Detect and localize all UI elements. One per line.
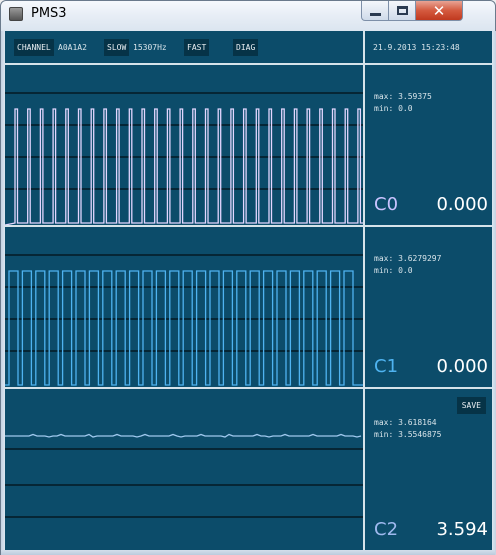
channel-selection: A0A1A2 [58,43,87,52]
max-value: max: 3.59375 [374,92,432,101]
window-title: PMS3 [31,6,67,21]
channel-value: 0.000 [436,356,488,377]
min-value: min: 3.5546875 [374,430,442,439]
channel-value: 3.594 [436,519,488,540]
min-value: min: 0.0 [374,104,413,113]
trace-c1 [5,270,363,386]
fast-button[interactable]: FAST [184,39,210,56]
sample-rate: 15307Hz [133,43,167,52]
minimize-icon [369,13,381,16]
channel-name: C0 [374,194,399,215]
datetime-display: 21.9.2013 15:23:48 [373,43,460,52]
maximize-icon [396,6,408,15]
min-value: min: 0.0 [374,266,413,275]
save-button[interactable]: SAVE [456,397,486,414]
channel-name: C2 [374,519,399,540]
slow-button[interactable]: SLOW [104,39,130,56]
channel-panel-c0: max: 3.59375 min: 0.0 C0 0.000 [365,65,492,225]
max-value: max: 3.6279297 [374,254,442,263]
waveform-c0 [5,92,363,225]
channel-panel-c2: SAVE max: 3.618164 min: 3.5546875 C2 3.5… [365,389,492,550]
channel-name: C1 [374,356,399,377]
title-bar[interactable]: PMS3 ✕ [1,1,495,31]
diag-button[interactable]: DIAG [233,39,259,56]
max-value: max: 3.618164 [374,418,437,427]
trace-c0 [5,108,363,225]
plot-c0 [5,65,363,225]
channel-button[interactable]: CHANNEL [14,39,54,56]
window-border-right [492,31,496,555]
window-border-bottom [1,550,495,555]
waveform-c2 [5,433,363,518]
app-icon [9,7,23,21]
channel-value: 0.000 [436,194,488,215]
close-button[interactable]: ✕ [416,1,463,21]
channel-panel-c1: max: 3.6279297 min: 0.0 C1 0.000 [365,227,492,387]
trace-c2 [5,433,362,438]
close-icon: ✕ [432,1,446,20]
maximize-button[interactable] [389,1,416,21]
waveform-c1 [5,254,363,386]
plot-c1 [5,227,363,387]
main-panel: CHANNEL A0A1A2 SLOW 15307Hz FAST DIAG 21… [5,31,492,550]
application-window: PMS3 ✕ CHANNEL A0A1A2 SLOW 15307Hz FAST … [0,0,496,555]
plot-c2 [5,389,363,550]
toolbar: CHANNEL A0A1A2 SLOW 15307Hz FAST DIAG 21… [5,31,492,63]
minimize-button[interactable] [361,1,389,21]
